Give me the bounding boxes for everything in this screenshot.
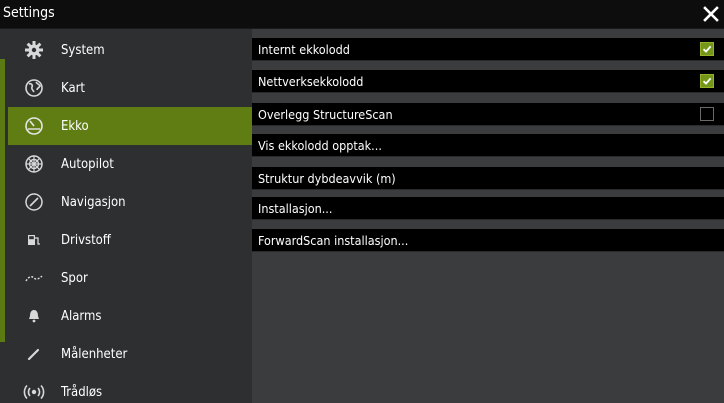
settings-panel: Internt ekkolodd Nettverksekkolodd Overl… xyxy=(252,29,724,403)
internt-ekkolodd-checkbox[interactable] xyxy=(700,42,714,56)
setting-label: Nettverksekkolodd xyxy=(258,73,364,89)
helm-icon xyxy=(23,153,45,175)
sidebar-scrollbar[interactable] xyxy=(0,59,5,342)
setting-internt-ekkolodd[interactable]: Internt ekkolodd xyxy=(252,38,724,61)
wireless-icon xyxy=(23,381,45,403)
sidebar-item-label: Alarms xyxy=(61,308,102,324)
title-bar: Settings xyxy=(0,0,724,29)
close-button[interactable] xyxy=(702,4,720,24)
setting-overlegg-structurescan[interactable]: Overlegg StructureScan xyxy=(252,103,724,126)
sidebar-item-kart[interactable]: Kart xyxy=(8,69,252,107)
setting-vis-ekkolodd-opptak[interactable]: Vis ekkolodd opptak... xyxy=(252,134,724,157)
checkmark-icon xyxy=(702,45,712,53)
setting-label: Vis ekkolodd opptak... xyxy=(258,137,382,153)
sidebar-item-label: Navigasjon xyxy=(61,194,126,210)
sidebar-item-label: Kart xyxy=(61,80,85,96)
setting-struktur-dybdeavvik[interactable]: Struktur dybdeavvik (m) xyxy=(252,167,724,190)
sidebar-item-drivstoff[interactable]: Drivstoff xyxy=(8,221,252,259)
setting-label: Installasjon... xyxy=(258,200,333,216)
compass-icon xyxy=(23,191,45,213)
sidebar-item-label: System xyxy=(61,42,105,58)
sidebar-item-autopilot[interactable]: Autopilot xyxy=(8,145,252,183)
globe-icon xyxy=(23,77,45,99)
sonar-icon xyxy=(23,115,45,137)
setting-label: Struktur dybdeavvik (m) xyxy=(258,170,396,186)
sidebar-item-label: Trådløs xyxy=(61,384,103,400)
sidebar-item-ekko[interactable]: Ekko xyxy=(8,107,252,145)
overlegg-structurescan-checkbox[interactable] xyxy=(700,107,714,121)
gear-icon xyxy=(23,39,45,61)
setting-forwardscan-installasjon[interactable]: ForwardScan installasjon... xyxy=(252,229,724,252)
setting-label: Overlegg StructureScan xyxy=(258,106,393,122)
sidebar-item-malenheter[interactable]: Målenheter xyxy=(8,335,252,373)
sidebar-item-alarms[interactable]: Alarms xyxy=(8,297,252,335)
sidebar-item-spor[interactable]: Spor xyxy=(8,259,252,297)
pen-icon xyxy=(23,343,45,365)
sidebar-item-navigasjon[interactable]: Navigasjon xyxy=(8,183,252,221)
sidebar-item-label: Spor xyxy=(61,270,88,286)
sidebar: System Kart Ekko Autopilot Navigasjon Dr… xyxy=(0,29,252,403)
sidebar-item-label: Målenheter xyxy=(61,346,128,362)
bell-icon xyxy=(23,305,45,327)
window-title: Settings xyxy=(3,5,55,21)
setting-installasjon[interactable]: Installasjon... xyxy=(252,197,724,220)
fuel-pump-icon xyxy=(23,229,45,251)
sidebar-item-label: Ekko xyxy=(61,118,89,134)
setting-label: ForwardScan installasjon... xyxy=(258,232,409,248)
sidebar-item-tradlos[interactable]: Trådløs xyxy=(8,373,252,403)
checkmark-icon xyxy=(702,77,712,85)
setting-label: Internt ekkolodd xyxy=(258,41,350,57)
sidebar-item-system[interactable]: System xyxy=(8,31,252,69)
sidebar-item-label: Autopilot xyxy=(61,156,114,172)
track-icon xyxy=(23,267,45,289)
nettverksekkolodd-checkbox[interactable] xyxy=(700,74,714,88)
close-icon xyxy=(703,6,719,22)
sidebar-item-label: Drivstoff xyxy=(61,232,111,248)
setting-nettverksekkolodd[interactable]: Nettverksekkolodd xyxy=(252,70,724,93)
